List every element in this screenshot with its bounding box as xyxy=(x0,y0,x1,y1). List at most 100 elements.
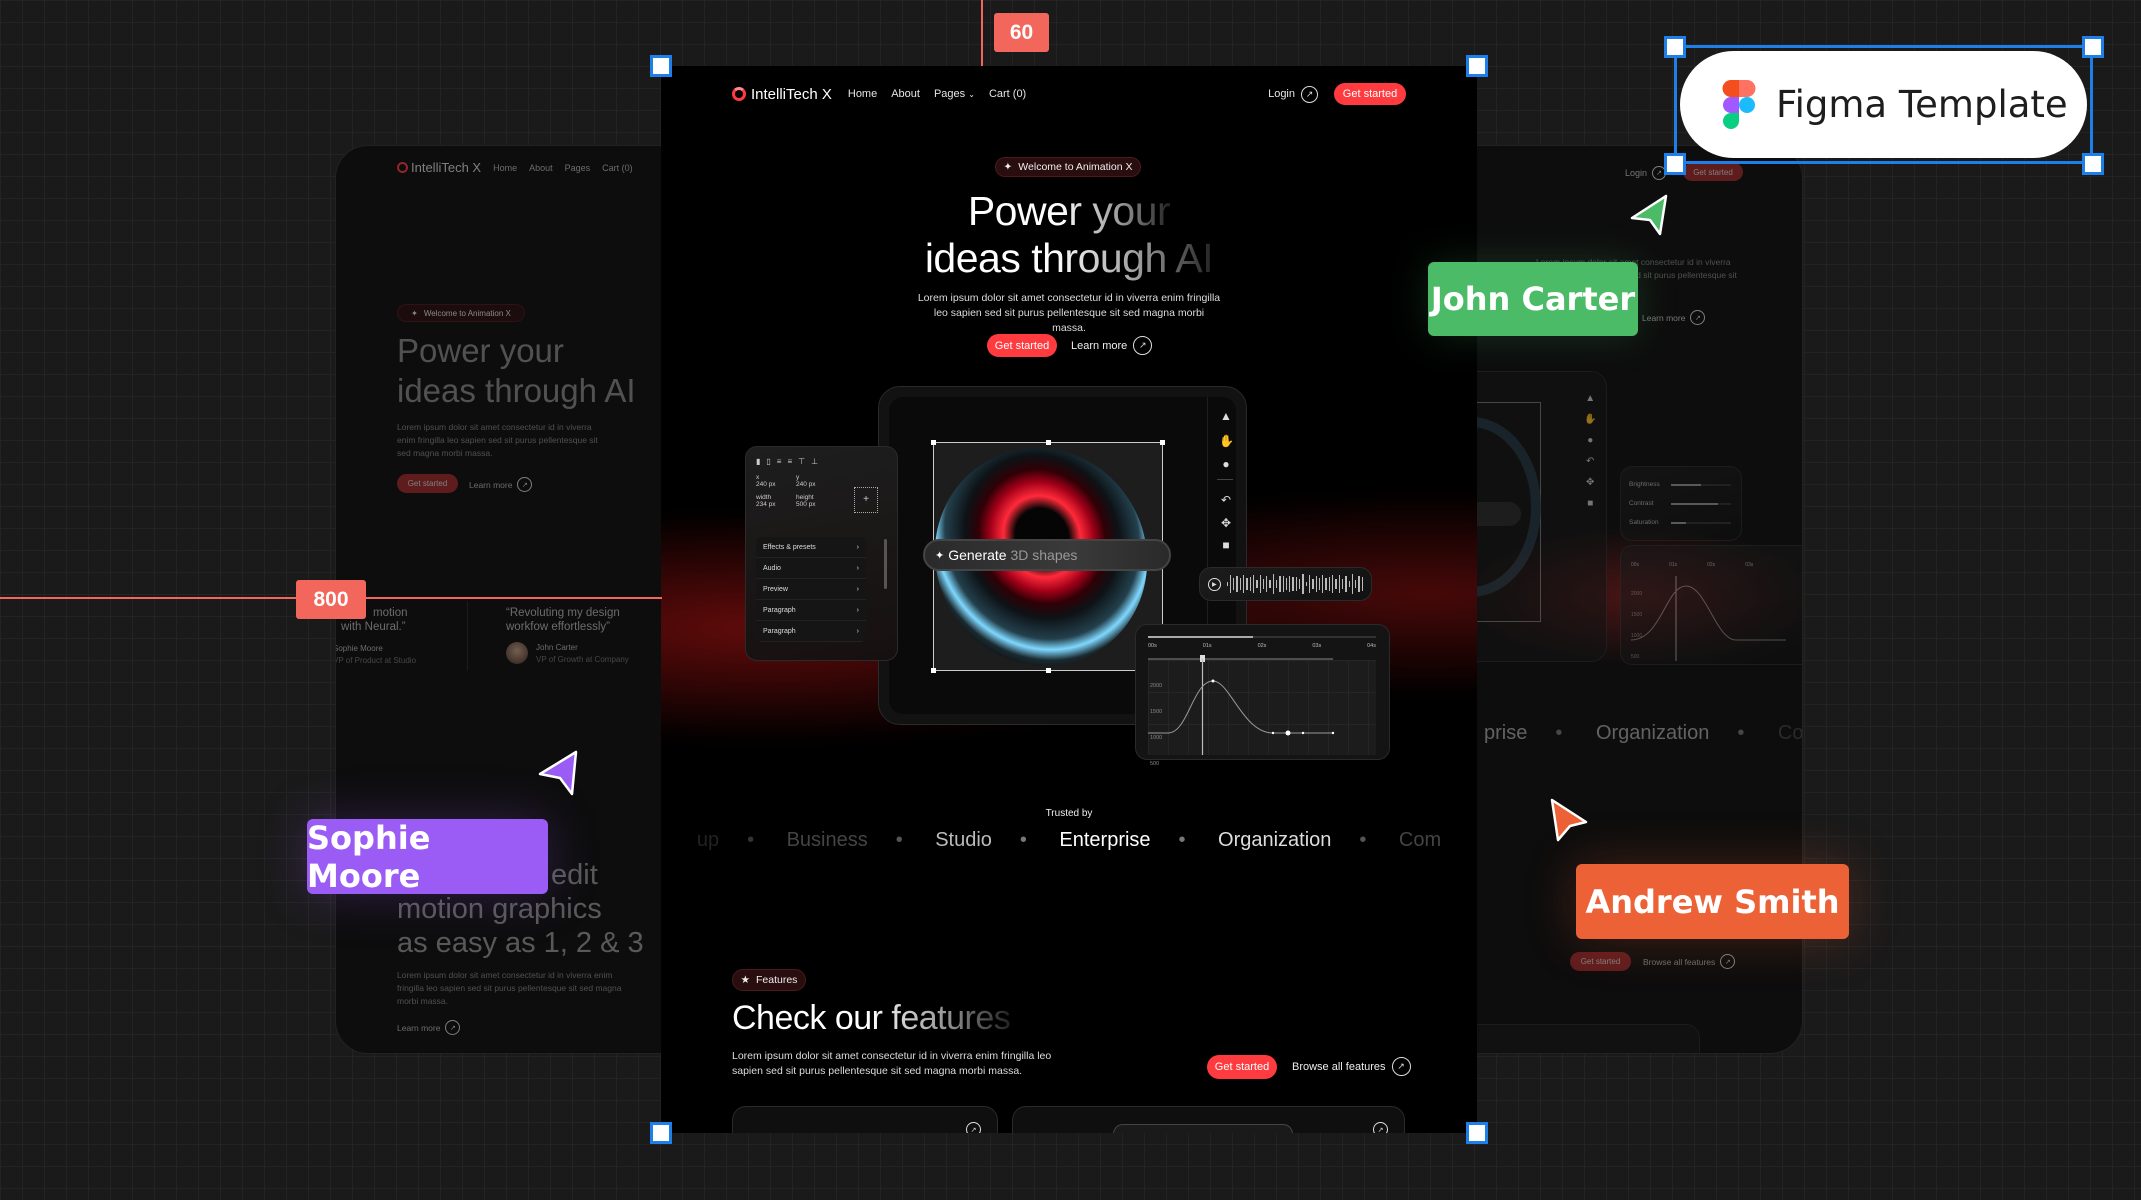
tool-column: ▲ ✋ ● ↶ ✥ ■ xyxy=(1584,393,1597,509)
nav-about[interactable]: About xyxy=(529,163,553,173)
learn-more-text: Learn more xyxy=(1642,312,1686,323)
waveform-bar xyxy=(1246,577,1248,591)
features-get-started-button[interactable]: Get started xyxy=(1207,1055,1277,1079)
y-value[interactable]: 240 px xyxy=(796,481,836,488)
hand-icon[interactable]: ✋ xyxy=(1219,434,1234,448)
width-value[interactable]: 234 px xyxy=(756,501,796,508)
section-learn-more-link[interactable]: Learn more ↗ xyxy=(397,1020,461,1035)
x-value[interactable]: 240 px xyxy=(756,481,796,488)
nav-pages[interactable]: Pages ⌄ xyxy=(934,88,975,100)
properties-panel: ▮▯≡≡⊤⊥ x 240 px y 240 px width 234 px heigh… xyxy=(745,446,898,661)
frame-resize-handle-top-right[interactable] xyxy=(1466,55,1488,77)
learn-more-link[interactable]: Learn more ↗ xyxy=(1642,310,1706,325)
frame-resize-handle-bottom-right[interactable] xyxy=(1466,1122,1488,1144)
zoom-icon[interactable]: ● xyxy=(1219,457,1233,471)
nav-home[interactable]: Home xyxy=(848,88,877,100)
learn-more-text: Learn more xyxy=(469,479,513,490)
star-icon: ★ xyxy=(740,974,750,986)
logo-enterprise: Enterprise xyxy=(1059,829,1151,851)
panel-scrollbar[interactable] xyxy=(884,539,887,589)
x-label: x xyxy=(756,474,760,481)
features-badge: ★ Features xyxy=(732,969,806,991)
menu-effects-presets[interactable]: Effects & presets › xyxy=(756,537,866,558)
nav-about[interactable]: About xyxy=(891,88,920,100)
waveform-bar xyxy=(1226,582,1228,586)
nav-pages[interactable]: Pages xyxy=(565,163,591,173)
login-link[interactable]: Login ↗ xyxy=(1268,85,1318,103)
slider-track[interactable] xyxy=(1671,521,1731,524)
adjustments-panel: Brightness Contrast Saturation xyxy=(1620,466,1742,541)
testimonial-quote-line2: with Neural.” xyxy=(341,621,406,633)
anchor-grid-icon[interactable]: + xyxy=(854,487,878,513)
badge-handle-bottom-right[interactable] xyxy=(2082,153,2104,175)
slider-track[interactable] xyxy=(1671,502,1731,505)
menu-preview[interactable]: Preview › xyxy=(756,579,866,600)
play-icon[interactable]: ▶ xyxy=(1208,577,1221,591)
browse-features-link[interactable]: Browse all features ↗ xyxy=(1643,954,1736,969)
figma-template-badge[interactable]: Figma Template xyxy=(1674,45,2093,164)
badge-handle-top-left[interactable] xyxy=(1664,36,1686,58)
badge-handle-bottom-left[interactable] xyxy=(1664,153,1686,175)
right-preview-login[interactable]: Login ↗ xyxy=(1625,166,1667,180)
pointer-icon[interactable]: ▲ xyxy=(1219,409,1233,423)
sparkle-icon: ✦ xyxy=(935,549,945,562)
sparkle-icon: ✦ xyxy=(411,308,418,318)
feature-card-preview xyxy=(1440,1024,1700,1053)
undo-icon[interactable]: ↶ xyxy=(1219,493,1233,507)
height-value[interactable]: 500 px xyxy=(796,501,836,508)
timeline-scrubber[interactable] xyxy=(1148,636,1376,638)
menu-paragraph[interactable]: Paragraph › xyxy=(756,600,866,621)
alignment-icons[interactable]: ▮▯≡≡⊤⊥ xyxy=(756,457,887,466)
animation-curve xyxy=(1148,655,1335,755)
get-started-button[interactable]: Get started xyxy=(1683,163,1743,181)
hero-title: Power your ideas through AI xyxy=(661,188,1477,282)
testimonial-2: “Revoluting my design workfow effortless… xyxy=(506,606,656,664)
video-icon[interactable]: ■ xyxy=(1219,538,1233,552)
nav-cart[interactable]: Cart (0) xyxy=(989,88,1026,100)
browse-all-features-link[interactable]: Browse all features ↗ xyxy=(1292,1057,1411,1076)
arrow-up-right-icon: ↗ xyxy=(445,1020,461,1035)
testimonial-quote-line2: workfow effortlessly” xyxy=(506,621,610,633)
waveform-bar xyxy=(1282,576,1284,592)
menu-paragraph[interactable]: Paragraph › xyxy=(756,621,866,642)
feature-card-1[interactable]: ↗ xyxy=(732,1106,998,1133)
audio-waveform-panel: ▶ xyxy=(1199,567,1372,601)
frame-resize-handle-top-left[interactable] xyxy=(650,55,672,77)
nav-cart[interactable]: Cart (0) xyxy=(602,163,633,173)
generate-prompt-pill[interactable]: ✦ Generate 3D shapes xyxy=(923,539,1171,571)
features-title-text: Check our features xyxy=(732,999,1011,1037)
arrow-up-right-icon: ↗ xyxy=(1133,336,1153,355)
move-icon[interactable]: ✥ xyxy=(1219,516,1233,530)
get-started-button[interactable]: Get started xyxy=(1570,952,1631,971)
arrow-up-right-icon: ↗ xyxy=(966,1122,981,1133)
welcome-badge: ✦ Welcome to Animation X xyxy=(995,157,1141,177)
badge-handle-top-right[interactable] xyxy=(2082,36,2104,58)
learn-more-link[interactable]: Learn more ↗ xyxy=(469,477,533,492)
hero-title-line1: Power your xyxy=(967,188,1171,234)
waveform-bar xyxy=(1249,577,1251,591)
section-title-line3: as easy as 1, 2 & 3 xyxy=(397,927,644,959)
hero-get-started-button[interactable]: Get started xyxy=(987,334,1057,357)
waveform-bar xyxy=(1243,575,1245,593)
chevron-right-icon: › xyxy=(856,564,859,572)
waveform-bar xyxy=(1229,575,1232,593)
nav-get-started-button[interactable]: Get started xyxy=(1334,83,1406,105)
hero-learn-more-link[interactable]: Learn more ↗ xyxy=(1071,336,1153,355)
frame-resize-handle-bottom-left[interactable] xyxy=(650,1122,672,1144)
curve-graph xyxy=(1631,576,1786,661)
nav-home[interactable]: Home xyxy=(493,163,517,173)
nav-pages-label: Pages xyxy=(933,88,966,100)
hero-title-line2: ideas through AI xyxy=(924,235,1214,281)
slider-track[interactable] xyxy=(1671,483,1731,486)
logo-studio: Studio xyxy=(935,829,992,851)
waveform-bar xyxy=(1322,575,1324,593)
waveform-bar xyxy=(1332,574,1334,594)
menu-audio[interactable]: Audio › xyxy=(756,558,866,579)
hero-title: Power your ideas through AI xyxy=(397,331,636,411)
logo-business: Business xyxy=(786,829,868,851)
feature-card-2[interactable]: ↗ xyxy=(1012,1106,1405,1133)
waveform-bar xyxy=(1338,575,1340,593)
arrow-up-right-icon: ↗ xyxy=(1720,954,1736,969)
waveform-bar xyxy=(1239,578,1242,590)
get-started-button[interactable]: Get started xyxy=(397,474,458,493)
